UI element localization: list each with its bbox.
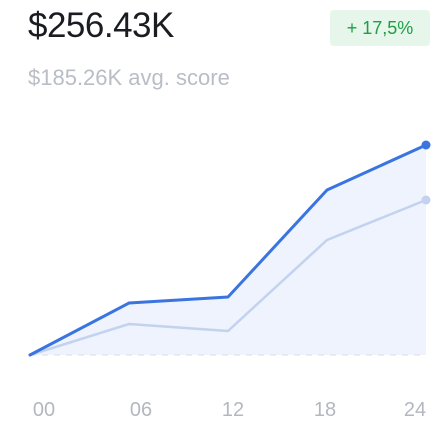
chart-card: $256.43K + 17,5% $185.26K avg. score 00 0… — [0, 0, 436, 427]
x-axis-labels: 00 06 12 18 24 — [33, 399, 426, 421]
line-chart: 00 06 12 18 24 — [28, 140, 431, 421]
x-tick-label: 00 — [33, 399, 55, 421]
series-primary-end-point — [421, 140, 431, 150]
x-tick-label: 06 — [130, 399, 152, 421]
x-tick-label: 18 — [314, 399, 336, 421]
x-tick-label: 12 — [222, 399, 244, 421]
x-tick-label: 24 — [404, 399, 426, 421]
series-secondary-end-point — [421, 195, 431, 205]
